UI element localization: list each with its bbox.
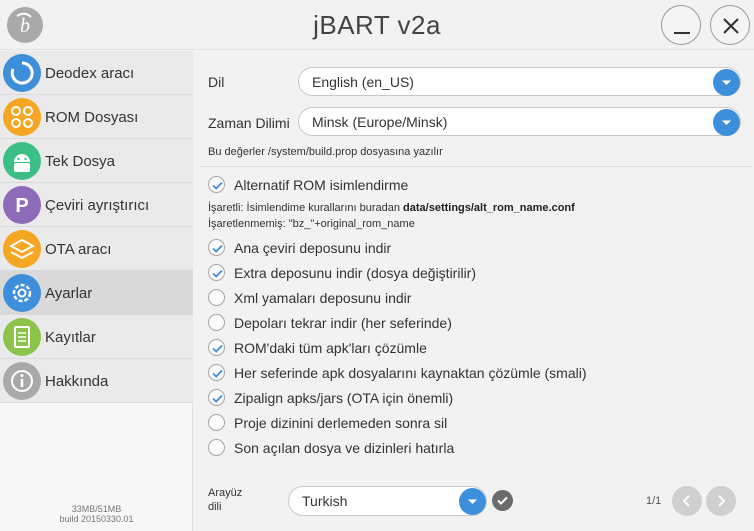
apply-button[interactable]: [492, 490, 513, 511]
log-file-icon: [3, 318, 41, 356]
page-indicator: 1/1: [646, 495, 662, 507]
build-version: build 20150330.01: [59, 514, 134, 524]
checkbox[interactable]: [208, 239, 225, 256]
checkbox[interactable]: [208, 314, 225, 331]
checkbox[interactable]: [208, 176, 225, 193]
sidebar-item-label: Tek Dosya: [45, 153, 116, 170]
sidebar-item-label: Deodex aracı: [45, 65, 135, 82]
minimize-button[interactable]: [661, 5, 701, 45]
sidebar-item-translation-parser[interactable]: P Çeviri ayrıştırıcı: [0, 183, 193, 227]
ui-language-label: Arayüz dili: [208, 487, 243, 513]
option-label: ROM'daki tüm apk'ları çözümle: [234, 340, 427, 356]
ui-language-select[interactable]: Turkish: [288, 486, 487, 516]
gear-icon: [3, 274, 41, 312]
sidebar-item-label: ROM Dosyası: [45, 109, 139, 126]
build-prop-note: Bu değerler /system/build.prop dosyasına…: [208, 146, 443, 158]
chevron-right-icon: [718, 495, 726, 507]
timezone-value: Minsk (Europe/Minsk): [312, 114, 448, 130]
sidebar-item-settings[interactable]: Ayarlar: [0, 271, 193, 315]
sidebar-item-label: Ayarlar: [45, 285, 93, 302]
option-label: Son açılan dosya ve dizinleri hatırla: [234, 440, 455, 456]
option-delete-project-dir[interactable]: Proje dizinini derlemeden sonra sil: [208, 413, 748, 433]
letter-p-icon: P: [3, 186, 41, 224]
sidebar-item-rom-file[interactable]: ROM Dosyası: [0, 95, 193, 139]
window-title: jBART v2a: [313, 10, 441, 40]
option-label: Zipalign apks/jars (OTA için önemli): [234, 390, 454, 406]
layers-icon: [3, 230, 41, 268]
option-label: Depoları tekrar indir (her seferinde): [234, 315, 452, 331]
sidebar-item-deodex[interactable]: Deodex aracı: [0, 51, 193, 95]
sidebar-item-label: OTA aracı: [45, 241, 112, 258]
rom-grid-icon: [3, 98, 41, 136]
memory-usage: 33MB/51MB: [71, 504, 122, 514]
timezone-label: Zaman Dilimi: [208, 115, 290, 131]
option-label: Xml yamaları deposunu indir: [234, 290, 412, 306]
option-label: Alternatif ROM isimlendirme: [234, 177, 409, 193]
settings-panel: Dil English (en_US) Zaman Dilimi Minsk (…: [194, 51, 754, 531]
option-download-xml-patches[interactable]: Xml yamaları deposunu indir: [208, 288, 748, 308]
sidebar-item-about[interactable]: Hakkında: [0, 359, 193, 403]
option-label: Proje dizinini derlemeden sonra sil: [234, 415, 448, 431]
option-label: Her seferinde apk dosyalarını kaynaktan …: [234, 365, 587, 381]
sidebar-item-label: Kayıtlar: [45, 329, 96, 346]
option-decompile-smali[interactable]: Her seferinde apk dosyalarını kaynaktan …: [208, 363, 748, 383]
svg-text:P: P: [15, 195, 28, 217]
option-download-extra-repo[interactable]: Extra deposunu indir (dosya değiştirilir…: [208, 263, 748, 283]
sidebar-item-ota-tool[interactable]: OTA aracı: [0, 227, 193, 271]
checkbox[interactable]: [208, 339, 225, 356]
close-button[interactable]: [710, 5, 750, 45]
checkbox[interactable]: [208, 264, 225, 281]
prev-page-button[interactable]: [672, 486, 702, 516]
chevron-down-icon[interactable]: [713, 69, 740, 96]
chevron-left-icon: [682, 495, 690, 507]
option-zipalign[interactable]: Zipalign apks/jars (OTA için önemli): [208, 388, 748, 408]
option-label: Ana çeviri deposunu indir: [234, 240, 392, 256]
close-icon: [723, 18, 739, 34]
alt-rom-unchecked-note: İşaretlenmemiş: "bz_"+original_rom_name: [208, 218, 415, 230]
chevron-down-icon[interactable]: [713, 109, 740, 136]
option-redownload-repos[interactable]: Depoları tekrar indir (her seferinde): [208, 313, 748, 333]
info-icon: [3, 362, 41, 400]
alt-rom-checked-note: İşaretli: İsimlendime kurallarını burada…: [208, 202, 575, 214]
refresh-circle-icon: [3, 54, 41, 92]
language-select[interactable]: English (en_US): [298, 67, 741, 96]
option-download-main-repo[interactable]: Ana çeviri deposunu indir: [208, 238, 748, 258]
checkbox[interactable]: [208, 439, 225, 456]
checkbox[interactable]: [208, 414, 225, 431]
android-icon: [3, 142, 41, 180]
ui-language-value: Turkish: [302, 493, 348, 509]
next-page-button[interactable]: [706, 486, 736, 516]
checkbox[interactable]: [208, 364, 225, 381]
chevron-down-icon[interactable]: [459, 488, 486, 515]
sidebar-item-single-file[interactable]: Tek Dosya: [0, 139, 193, 183]
title-bar: b jBART v2a: [0, 0, 754, 50]
sidebar: Deodex aracı ROM Dosyası Tek Dosya P Çev…: [0, 51, 193, 531]
language-label: Dil: [208, 74, 225, 90]
timezone-select[interactable]: Minsk (Europe/Minsk): [298, 107, 741, 136]
sidebar-item-label: Çeviri ayrıştırıcı: [45, 197, 150, 214]
checkmark-icon: [497, 496, 508, 505]
language-value: English (en_US): [312, 74, 414, 90]
option-remember-recent[interactable]: Son açılan dosya ve dizinleri hatırla: [208, 438, 748, 458]
divider: [200, 166, 752, 167]
option-label: Extra deposunu indir (dosya değiştirilir…: [234, 265, 476, 281]
option-alt-rom-naming[interactable]: Alternatif ROM isimlendirme: [208, 175, 748, 195]
sidebar-item-logs[interactable]: Kayıtlar: [0, 315, 193, 359]
checkbox[interactable]: [208, 389, 225, 406]
option-decompile-all-apks[interactable]: ROM'daki tüm apk'ları çözümle: [208, 338, 748, 358]
sidebar-item-label: Hakkında: [45, 373, 109, 390]
minimize-icon: [674, 32, 690, 34]
checkbox[interactable]: [208, 289, 225, 306]
